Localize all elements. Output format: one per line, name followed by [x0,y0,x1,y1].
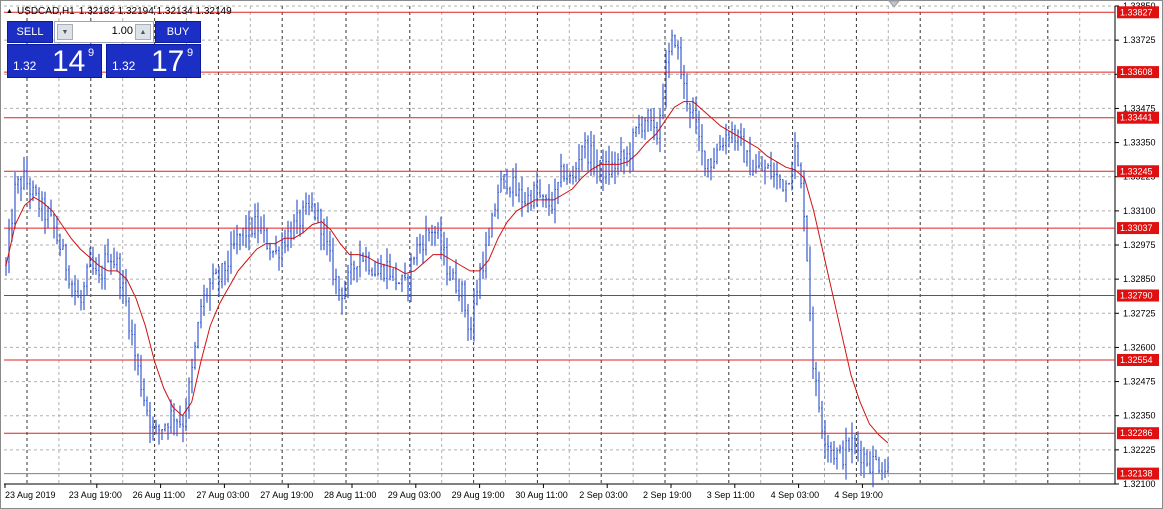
lot-decrease-icon[interactable]: ▼ [57,24,73,40]
x-tick-label: 23 Aug 19:00 [69,490,122,500]
ohlc-values: 1.32182 1.32194 1.32134 1.32149 [78,6,232,17]
y-tick-label: 1.32475 [1123,377,1156,387]
buy-price-button[interactable]: 1.32 17 9 [106,44,201,78]
sell-button[interactable]: SELL [7,21,53,43]
y-tick-label: 1.33350 [1123,138,1156,148]
sell-price-prefix: 1.32 [13,59,37,73]
x-tick-label: 2 Sep 19:00 [643,490,692,500]
price-level-label: 1.32554 [1120,355,1153,365]
x-tick-label: 30 Aug 11:00 [515,490,567,500]
price-level-label: 1.33037 [1120,223,1153,233]
price-level-label: 1.32286 [1120,428,1153,438]
x-tick-label: 29 Aug 19:00 [452,490,505,500]
buy-button[interactable]: BUY [155,21,201,43]
x-tick-label: 23 Aug 2019 [5,490,56,500]
x-tick-label: 2 Sep 03:00 [579,490,628,500]
buy-price-pips: 17 [151,45,185,78]
buy-price-prefix: 1.32 [112,59,136,73]
price-level-label: 1.33608 [1120,67,1153,77]
y-tick-label: 1.32725 [1123,308,1156,318]
one-click-trading-panel: SELL ▼ 1.00 ▲ BUY 1.32 14 9 1.32 17 9 [7,21,201,78]
y-tick-label: 1.32100 [1123,479,1156,489]
lot-size-value[interactable]: 1.00 [75,25,133,37]
price-level-label: 1.32790 [1120,291,1153,301]
y-tick-label: 1.33100 [1123,206,1156,216]
y-tick-label: 1.32850 [1123,274,1156,284]
symbol-label: USDCAD,H1 [16,6,75,17]
price-level-label: 1.32138 [1120,469,1153,479]
collapse-triangle-icon[interactable]: ▲ [6,8,13,15]
price-level-label: 1.33827 [1120,7,1153,17]
chart-scroll-icon[interactable] [888,0,900,8]
chart-header: ▲ USDCAD,H1 1.32182 1.32194 1.32134 1.32… [6,6,232,17]
lot-increase-icon[interactable]: ▲ [135,24,151,40]
x-tick-label: 26 Aug 11:00 [133,490,185,500]
buy-price-fraction: 9 [187,47,194,59]
sell-price-pips: 14 [52,45,86,78]
x-tick-label: 29 Aug 03:00 [388,490,441,500]
y-tick-label: 1.32350 [1123,411,1156,421]
y-tick-label: 1.33725 [1123,35,1156,45]
x-tick-label: 27 Aug 03:00 [196,490,249,500]
x-tick-label: 4 Sep 19:00 [834,490,883,500]
x-tick-label: 4 Sep 03:00 [771,490,820,500]
x-tick-label: 27 Aug 19:00 [260,490,313,500]
price-level-label: 1.33245 [1120,166,1153,176]
sell-price-button[interactable]: 1.32 14 9 [7,44,102,78]
y-tick-label: 1.32975 [1123,240,1156,250]
sell-price-fraction: 9 [88,47,95,59]
y-tick-label: 1.32600 [1123,342,1156,352]
x-tick-label: 28 Aug 11:00 [324,490,376,500]
lot-size-input[interactable]: ▼ 1.00 ▲ [54,21,154,43]
price-level-label: 1.33441 [1120,113,1153,123]
y-tick-label: 1.32225 [1123,445,1156,455]
x-tick-label: 3 Sep 11:00 [707,490,755,500]
